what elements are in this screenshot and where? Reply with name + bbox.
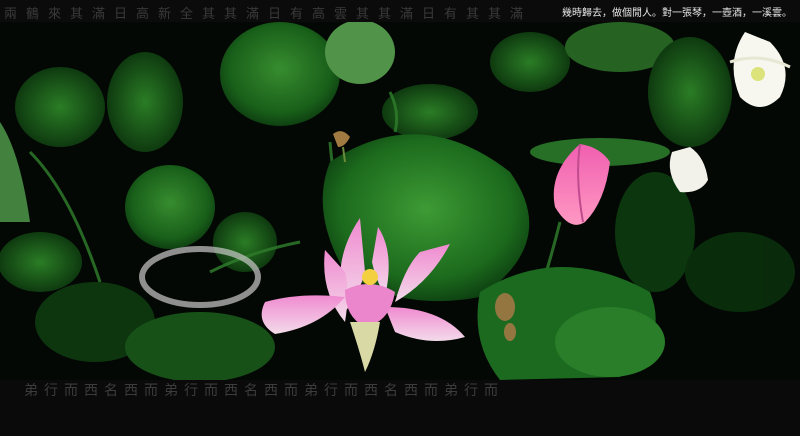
bottom-watermark: 弟行而西名西而弟行而西名西而弟行而西名西而弟行而 xyxy=(24,383,504,399)
image-frame: 兩鶴來其滿日高新全其其滿日有高雲其其滿日有其其滿 幾時歸去，做個閒人。對一張琴，… xyxy=(0,0,800,436)
poem-caption: 幾時歸去，做個閒人。對一張琴，一壺酒，一溪雲。 xyxy=(562,8,792,19)
lotus-photo xyxy=(0,22,800,380)
top-strip: 兩鶴來其滿日高新全其其滿日有高雲其其滿日有其其滿 幾時歸去，做個閒人。對一張琴，… xyxy=(0,0,800,22)
bottom-strip: 弟行而西名西而弟行而西名西而弟行而西名西而弟行而 xyxy=(0,380,800,436)
top-watermark: 兩鶴來其滿日高新全其其滿日有高雲其其滿日有其其滿 xyxy=(4,7,533,22)
